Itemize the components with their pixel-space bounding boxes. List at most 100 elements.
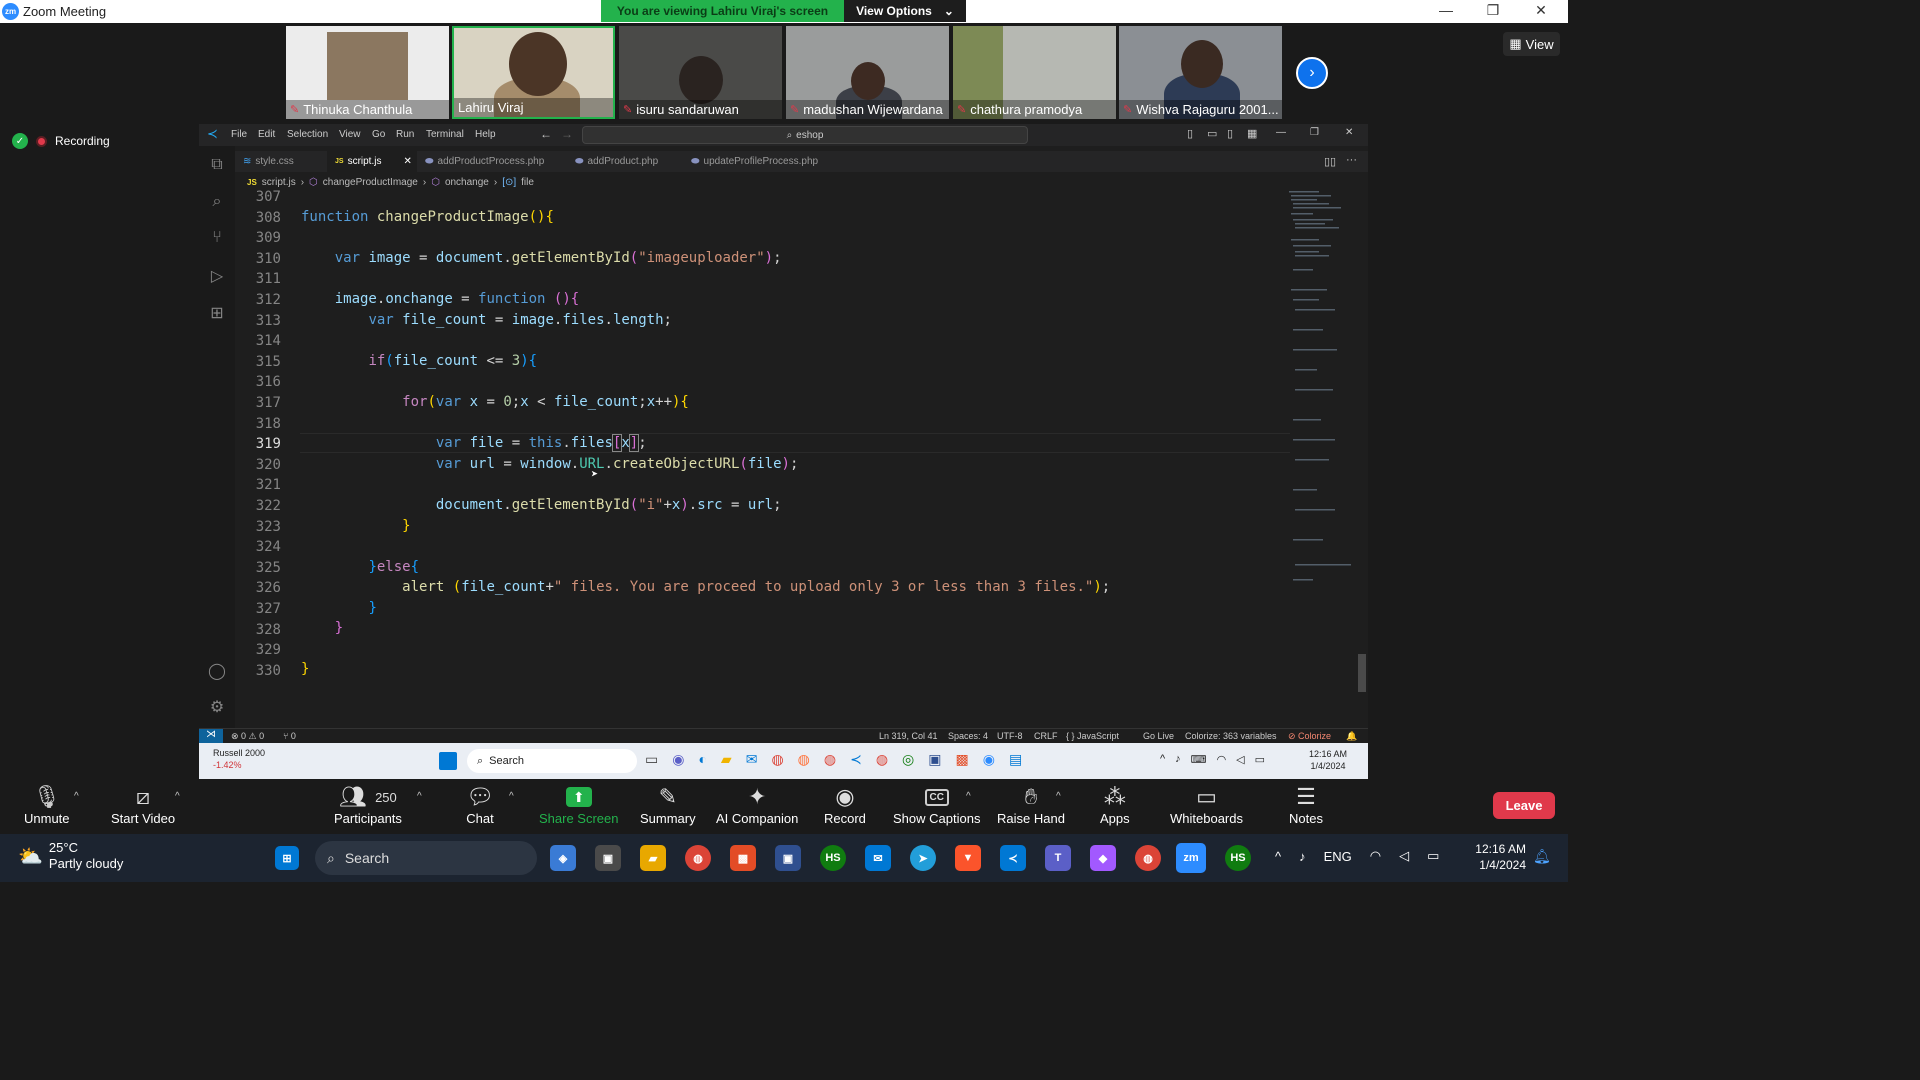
remote-icon[interactable]: ⋊ (199, 729, 223, 744)
notepad-icon[interactable]: ▤ (1009, 751, 1022, 768)
volume-icon[interactable]: ◁ (1236, 753, 1244, 766)
indentation[interactable]: Spaces: 4 (948, 731, 988, 741)
folder-icon[interactable]: ▰ (721, 751, 732, 768)
chat-icon[interactable]: ◉ (672, 751, 684, 768)
captions-chevron-icon[interactable]: ^ (966, 791, 971, 802)
app-icon[interactable]: ▣ (928, 751, 941, 768)
explorer-icon[interactable]: ⧉ (206, 156, 228, 178)
breadcrumb-function[interactable]: changeProductImage (323, 177, 418, 188)
customize-layout-icon[interactable]: ▦ (1247, 127, 1257, 140)
vscode-icon[interactable]: ≺ (850, 751, 862, 768)
chat-chevron-icon[interactable]: ^ (509, 791, 514, 802)
vs-restore-icon[interactable]: ❐ (1310, 127, 1319, 138)
firefox-icon[interactable]: ◍ (798, 751, 810, 768)
brave-icon[interactable]: ▼ (955, 845, 981, 871)
xampp-icon[interactable]: ▩ (956, 751, 969, 768)
maximize-button[interactable]: ❐ (1478, 2, 1508, 19)
stock-widget[interactable]: Russell 2000 -1.42% (213, 747, 265, 771)
menu-view[interactable]: View (339, 129, 361, 140)
chevron-up-icon[interactable]: ^ (1160, 753, 1165, 766)
participant-tile[interactable]: ✎ chathura pramodya (953, 26, 1116, 119)
bell-icon[interactable]: 🔔 (1346, 731, 1357, 742)
command-search[interactable]: ⌕ eshop (582, 126, 1028, 144)
battery-icon[interactable]: ▭ (1255, 753, 1265, 766)
shared-clock[interactable]: 12:16 AM 1/4/2024 (1309, 748, 1347, 772)
participants-button[interactable]: 👥︎ 250 Participants (334, 783, 402, 826)
language-indicator[interactable]: ENG (1324, 849, 1352, 864)
gear-icon[interactable]: ⚙ (206, 697, 228, 719)
mic-icon[interactable]: ♪ (1299, 849, 1306, 864)
colorize-toggle[interactable]: ⊘ Colorize (1288, 731, 1331, 742)
figma-icon[interactable]: ◆ (1090, 845, 1116, 871)
extensions-icon[interactable]: ⊞ (206, 303, 228, 325)
split-editor-icon[interactable]: ▯▯ (1324, 155, 1336, 168)
participant-tile[interactable]: ✎ Wishva Rajaguru 2001... (1119, 26, 1282, 119)
tab-addproduct-php[interactable]: ⬬ addProduct.php (567, 151, 666, 172)
minimap[interactable] (1287, 189, 1353, 589)
search-icon[interactable]: ⌕ (206, 193, 228, 215)
ai-companion-button[interactable]: ✦ AI Companion (716, 783, 798, 826)
participant-tile-active-speaker[interactable]: Lahiru Viraj (452, 26, 615, 119)
shared-screen[interactable]: ≺ File Edit Selection View Go Run Termin… (199, 124, 1368, 779)
unmute-button[interactable]: 🎙︎ Unmute (24, 783, 70, 826)
toggle-panel-icon[interactable]: ▭ (1207, 127, 1217, 140)
tab-style-css[interactable]: ≋ style.css (235, 151, 325, 172)
line-endings[interactable]: CRLF (1034, 731, 1058, 741)
menu-terminal[interactable]: Terminal (426, 129, 464, 140)
notification-bell-icon[interactable]: 🔔︎ (1533, 848, 1551, 865)
task-view-icon[interactable]: ▭ (645, 751, 658, 768)
apps-button[interactable]: ⁂ Apps (1100, 783, 1130, 826)
notes-button[interactable]: ☰ Notes (1289, 783, 1323, 826)
share-screen-button[interactable]: ⬆ Share Screen (539, 783, 619, 826)
show-captions-button[interactable]: CC Show Captions (893, 783, 980, 826)
whiteboards-button[interactable]: ▭ Whiteboards (1170, 783, 1243, 826)
menu-file[interactable]: File (231, 129, 247, 140)
teams-icon[interactable]: T (1045, 845, 1071, 871)
xampp-icon[interactable]: ▩ (730, 845, 756, 871)
tab-addproductprocess-php[interactable]: ⬬ addProductProcess.php (417, 151, 552, 172)
recording-indicator[interactable]: ✓ Recording (12, 133, 110, 149)
ports-indicator[interactable]: ⑂ 0 (283, 731, 296, 741)
cursor-position[interactable]: Ln 319, Col 41 (879, 731, 938, 741)
close-button[interactable]: ✕ (1526, 2, 1556, 19)
raise-hand-button[interactable]: ✋︎ Raise Hand (997, 783, 1065, 826)
chrome-icon[interactable]: ◍ (824, 751, 836, 768)
toggle-secondary-sidebar-icon[interactable]: ▯ (1227, 127, 1233, 140)
chrome-icon[interactable]: ◍ (1135, 845, 1161, 871)
clock[interactable]: 12:16 AM 1/4/2024 (1468, 841, 1526, 873)
view-options-button[interactable]: View Options ⌄ (844, 0, 966, 22)
toggle-sidebar-icon[interactable]: ▯ (1187, 127, 1193, 140)
chrome-icon[interactable]: ◍ (876, 751, 888, 768)
menu-edit[interactable]: Edit (258, 129, 275, 140)
menu-go[interactable]: Go (372, 129, 385, 140)
leave-button[interactable]: Leave (1493, 792, 1555, 819)
app-icon[interactable]: ▣ (775, 845, 801, 871)
run-debug-icon[interactable]: ▷ (206, 266, 228, 288)
copilot-icon[interactable]: ◈ (550, 845, 576, 871)
wifi-icon[interactable]: ◠ (1370, 848, 1381, 864)
battery-icon[interactable]: ▭ (1427, 848, 1439, 864)
volume-icon[interactable]: ◁ (1399, 848, 1409, 864)
hs-app-icon[interactable]: HS (820, 845, 846, 871)
participant-tile[interactable]: ✎ isuru sandaruwan (619, 26, 782, 119)
start-icon[interactable]: ⊞ (275, 846, 299, 870)
start-video-button[interactable]: ⧄ Start Video (111, 783, 175, 826)
view-button[interactable]: ▦ View (1503, 32, 1560, 56)
keyboard-icon[interactable]: ⌨ (1191, 753, 1207, 766)
zoom-icon[interactable]: ◉ (983, 751, 995, 768)
more-actions-icon[interactable]: ··· (1346, 154, 1357, 166)
colorize-count[interactable]: Colorize: 363 variables (1185, 731, 1277, 741)
forward-arrow-icon[interactable]: → (561, 127, 573, 141)
code-editor[interactable]: 307 308 309 310 311 312 313 314 315 316 317 318 319 3… (235, 189, 1285, 729)
vertical-scrollbar[interactable] (1358, 654, 1366, 692)
reactions-chevron-icon[interactable]: ^ (1056, 791, 1061, 802)
next-page-button[interactable]: › (1296, 57, 1328, 89)
wifi-icon[interactable]: ◠ (1217, 753, 1227, 766)
back-arrow-icon[interactable]: ← (540, 127, 552, 141)
source-control-icon[interactable]: ⑂ (206, 229, 228, 251)
close-tab-icon[interactable]: ✕ (403, 156, 411, 167)
tab-updateprofileprocess-php[interactable]: ⬬ updateProfileProcess.php (683, 151, 826, 172)
summary-button[interactable]: ✎ Summary (640, 783, 696, 826)
mail-icon[interactable]: ✉ (746, 751, 758, 768)
participant-tile[interactable]: ✎ madushan Wijewardana (786, 26, 949, 119)
